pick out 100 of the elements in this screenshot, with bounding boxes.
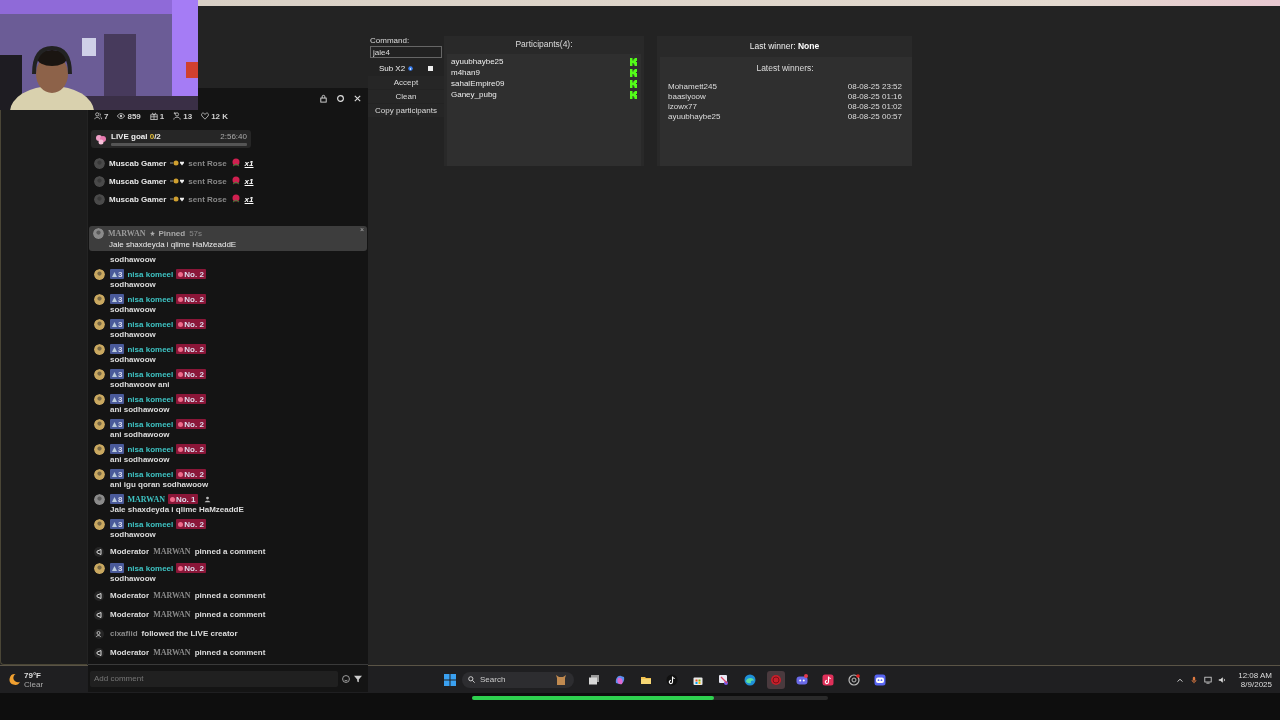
comment-user: nisa komeel <box>127 369 174 379</box>
gift-icon <box>149 112 158 120</box>
command-field[interactable]: jale4 <box>370 46 442 58</box>
event-text: pinned a comment <box>194 648 266 657</box>
comment-text: sodhawoow <box>110 280 157 291</box>
event-text: followed the LIVE creator <box>141 629 238 638</box>
letter-k-icon <box>630 79 637 88</box>
weather-condition: Clear <box>24 679 44 689</box>
rank-text: No. 2 <box>184 519 204 529</box>
latest-winners-title: Latest winners: <box>755 63 815 73</box>
triangle-icon <box>112 371 117 377</box>
comment-user: nisa komeel <box>127 444 174 454</box>
rank-text: No. 2 <box>184 294 204 304</box>
rose-icon <box>230 158 241 168</box>
triangle-icon <box>112 496 117 502</box>
rank-text: No. 2 <box>184 319 204 329</box>
winner-name: lzowx77 <box>668 101 697 111</box>
triangle-icon <box>112 271 117 277</box>
megaphone-icon <box>94 590 104 601</box>
close-icon[interactable] <box>353 93 362 103</box>
clock-date[interactable]: 8/9/2025 <box>1240 679 1272 689</box>
badges-icon <box>170 196 185 202</box>
avatar <box>93 228 104 239</box>
triangle-icon <box>112 471 117 477</box>
triangle-icon <box>112 346 117 352</box>
event-text: pinned a comment <box>194 591 266 600</box>
pinned-text: Jale shaxdeyda i qlime HaMzeaddE <box>108 240 238 249</box>
comment-user: nisa komeel <box>127 469 174 479</box>
winner-date: 08-08-25 01:16 <box>847 91 902 101</box>
people-icon <box>94 112 102 120</box>
stat-value: 7 <box>104 111 109 121</box>
comment-field[interactable]: Add comment <box>90 670 338 687</box>
settings-icon[interactable] <box>336 93 345 103</box>
badges-icon <box>170 160 185 166</box>
triangle-icon <box>112 296 117 302</box>
heart-icon <box>201 112 210 120</box>
start-icon[interactable] <box>444 673 456 686</box>
triangle-icon <box>112 321 117 327</box>
event-role: Moderator <box>110 648 150 657</box>
pin-icon <box>149 231 155 236</box>
level-number: 3 <box>118 444 123 454</box>
gift-count: x1 <box>244 176 254 186</box>
comment-user: nisa komeel <box>127 519 174 529</box>
gift-count: x1 <box>244 194 254 204</box>
gift-sender: Muscab Gamer <box>109 194 167 204</box>
search-field[interactable]: Search <box>462 671 574 688</box>
rank-text: No. 2 <box>184 563 204 573</box>
clock-time[interactable]: 12:08 AM <box>1238 670 1272 680</box>
rank-text: No. 2 <box>184 444 204 454</box>
event-role: Moderator <box>110 547 150 556</box>
flower-icon <box>95 133 107 145</box>
comment-user: nisa komeel <box>127 394 174 404</box>
gift-sender: Muscab Gamer <box>109 158 167 168</box>
sub-label: Sub X2 <box>378 63 406 73</box>
avatar <box>94 519 105 530</box>
event-user: MARWAN <box>153 591 191 600</box>
participant-name: Ganey_pubg <box>451 90 497 99</box>
participant-name: ayuubhaybe25 <box>451 57 504 66</box>
avatar <box>94 175 105 187</box>
rank-text: No. 2 <box>184 369 204 379</box>
filter-icon[interactable] <box>354 674 362 683</box>
avatar <box>94 193 105 205</box>
speaker-icon[interactable] <box>1218 675 1227 684</box>
checkbox[interactable] <box>428 65 434 71</box>
rank-text: No. 2 <box>184 419 204 429</box>
gift-count: x1 <box>244 158 254 168</box>
event-user: MARWAN <box>153 547 191 556</box>
comment-text: sodhawoow <box>110 574 157 585</box>
comment-text: sodhawoow <box>110 355 157 366</box>
letter-k-icon <box>630 57 637 66</box>
pinned-age: 57s <box>189 229 203 238</box>
comment-text: sodhawoow <box>110 330 157 341</box>
last-winner: Last winner: None <box>748 40 821 53</box>
level-number: 3 <box>118 294 123 304</box>
lock-icon[interactable] <box>319 93 328 103</box>
level-number: 3 <box>118 394 123 404</box>
triangle-icon <box>112 396 117 402</box>
winner-date: 08-08-25 23:52 <box>847 81 902 91</box>
avatar <box>94 319 105 330</box>
rank-text: No. 2 <box>184 394 204 404</box>
event-text: pinned a comment <box>194 547 266 556</box>
event-text: pinned a comment <box>194 610 266 619</box>
participant-name: m4han9 <box>451 68 480 77</box>
eye-icon <box>117 112 126 120</box>
comment-user: nisa komeel <box>127 294 174 304</box>
avatar <box>94 563 105 574</box>
gift-action: sent Rose <box>188 158 227 168</box>
participant-name: sahalEmpire09 <box>451 79 505 88</box>
info-icon <box>408 65 414 71</box>
live-goal-label: LIVE goal 0/2 <box>111 132 161 141</box>
smiley-icon[interactable] <box>342 674 350 683</box>
moon-icon <box>8 673 21 686</box>
stat-value: 1 <box>159 111 165 121</box>
level-number: 3 <box>118 344 123 354</box>
rank-text: No. 2 <box>184 469 204 479</box>
avatar <box>94 344 105 355</box>
monitor-icon[interactable] <box>1204 675 1213 684</box>
comment-text: sodhawoow <box>110 254 156 264</box>
comment-text: ani sodhawoow <box>110 405 171 416</box>
triangle-icon <box>112 565 117 571</box>
